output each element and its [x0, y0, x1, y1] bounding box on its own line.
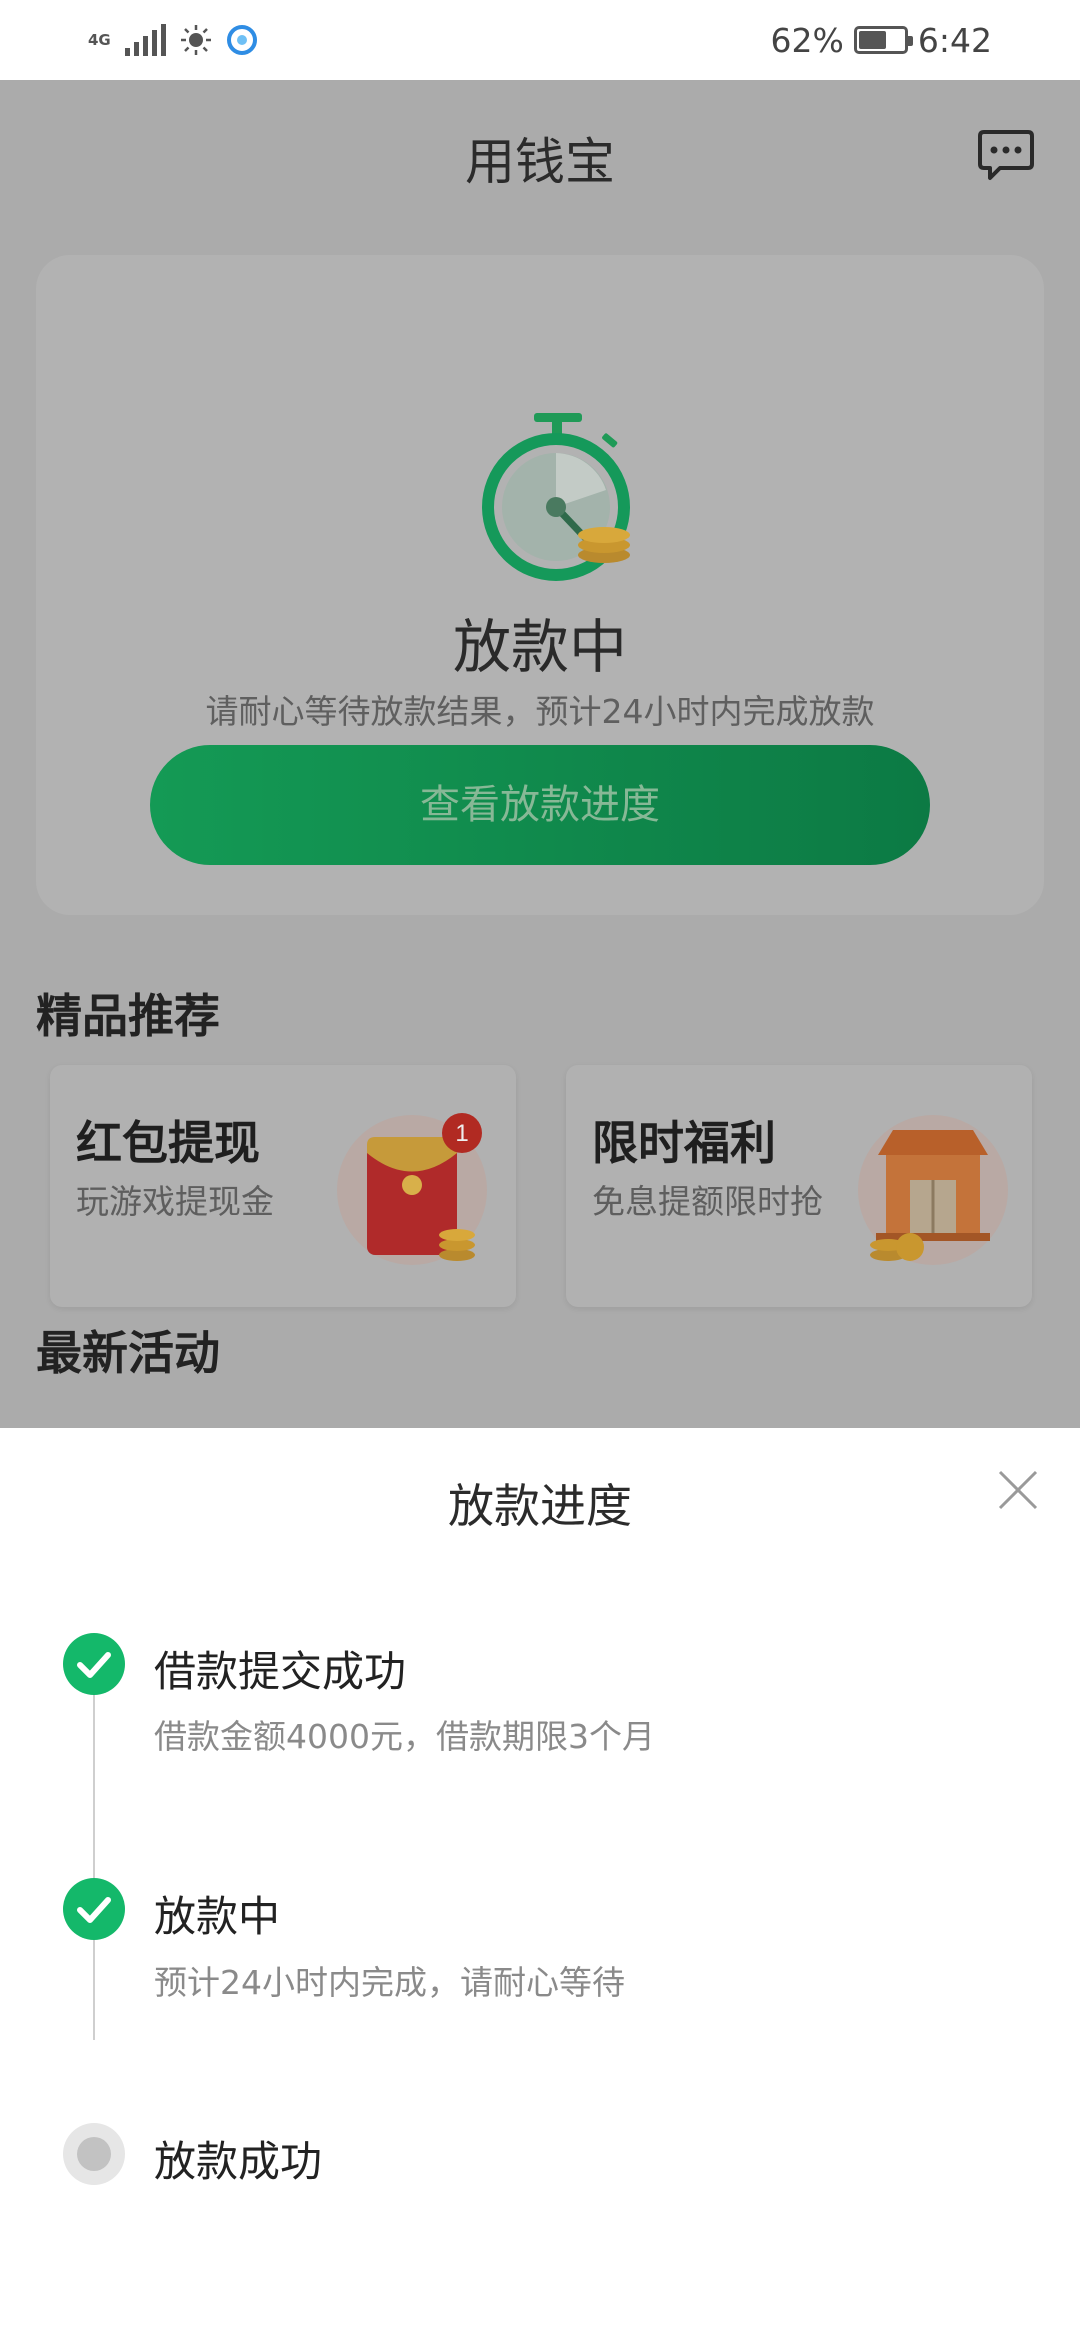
chat-bubble-icon[interactable] [976, 124, 1036, 184]
checkmark-icon [77, 1652, 111, 1678]
progress-bottom-sheet: 放款进度 借款提交成功 借款金额4000元，借款期限3个月 放款中 预计24小时… [0, 1428, 1080, 2340]
step-done-icon [63, 1878, 125, 1940]
app-header: 用钱宝 [0, 80, 1080, 230]
activity-section-title: 最新活动 [36, 1326, 220, 1380]
checkmark-icon [77, 1897, 111, 1923]
network-type: 4G [88, 31, 111, 49]
step-title: 借款提交成功 [154, 1647, 407, 1696]
page-title: 用钱宝 [465, 133, 615, 191]
step-pending-icon [63, 2123, 125, 2185]
sheet-title: 放款进度 [448, 1479, 632, 1533]
stopwatch-icon [482, 413, 630, 581]
recommend-section-title: 精品推荐 [36, 989, 220, 1043]
status-subtitle: 请耐心等待放款结果，预计24小时内完成放款 [205, 692, 875, 731]
brightness-icon [180, 25, 211, 55]
recommend-card-limited-welfare[interactable]: 限时福利 免息提额限时抢 [566, 1065, 1032, 1307]
status-bar-left: 4G [88, 24, 258, 56]
signal-icon [124, 24, 166, 56]
recommend-card-title: 限时福利 [592, 1116, 776, 1170]
status-bar: 4G 62% 6:42 [0, 0, 1080, 80]
recommend-card-title: 红包提现 [76, 1116, 260, 1170]
battery-percent: 62% [770, 20, 844, 60]
status-title: 放款中 [452, 613, 627, 681]
browser-icon [226, 25, 257, 55]
step-done-icon [63, 1633, 125, 1695]
view-progress-button[interactable]: 查看放款进度 [150, 745, 930, 865]
close-icon[interactable] [988, 1460, 1048, 1520]
battery-fill [858, 31, 887, 49]
status-bar-right: 62% 6:42 [771, 21, 992, 60]
step-title: 放款中 [154, 1892, 281, 1941]
step-desc: 借款金额4000元，借款期限3个月 [154, 1717, 655, 1756]
recommend-card-red-envelope[interactable]: 红包提现 玩游戏提现金 1 [50, 1065, 516, 1307]
clock: 6:42 [917, 20, 992, 60]
timeline-line [93, 1648, 95, 2040]
step-desc: 预计24小时内完成，请耐心等待 [154, 1963, 625, 2002]
step-title: 放款成功 [154, 2137, 323, 2186]
battery-icon [853, 26, 913, 54]
shop-icon [858, 1115, 1008, 1265]
recommend-card-subtitle: 玩游戏提现金 [76, 1182, 274, 1221]
red-envelope-icon: 1 [337, 1113, 487, 1265]
page-background: 用钱宝 放款中 请耐心等待放款结果，预计24小时内完成放款 查看放款进度 精品推… [0, 80, 1080, 1428]
loan-status-card: 放款中 请耐心等待放款结果，预计24小时内完成放款 查看放款进度 [36, 255, 1044, 915]
recommend-card-subtitle: 免息提额限时抢 [592, 1182, 823, 1221]
badge-count: 1 [455, 1120, 468, 1147]
